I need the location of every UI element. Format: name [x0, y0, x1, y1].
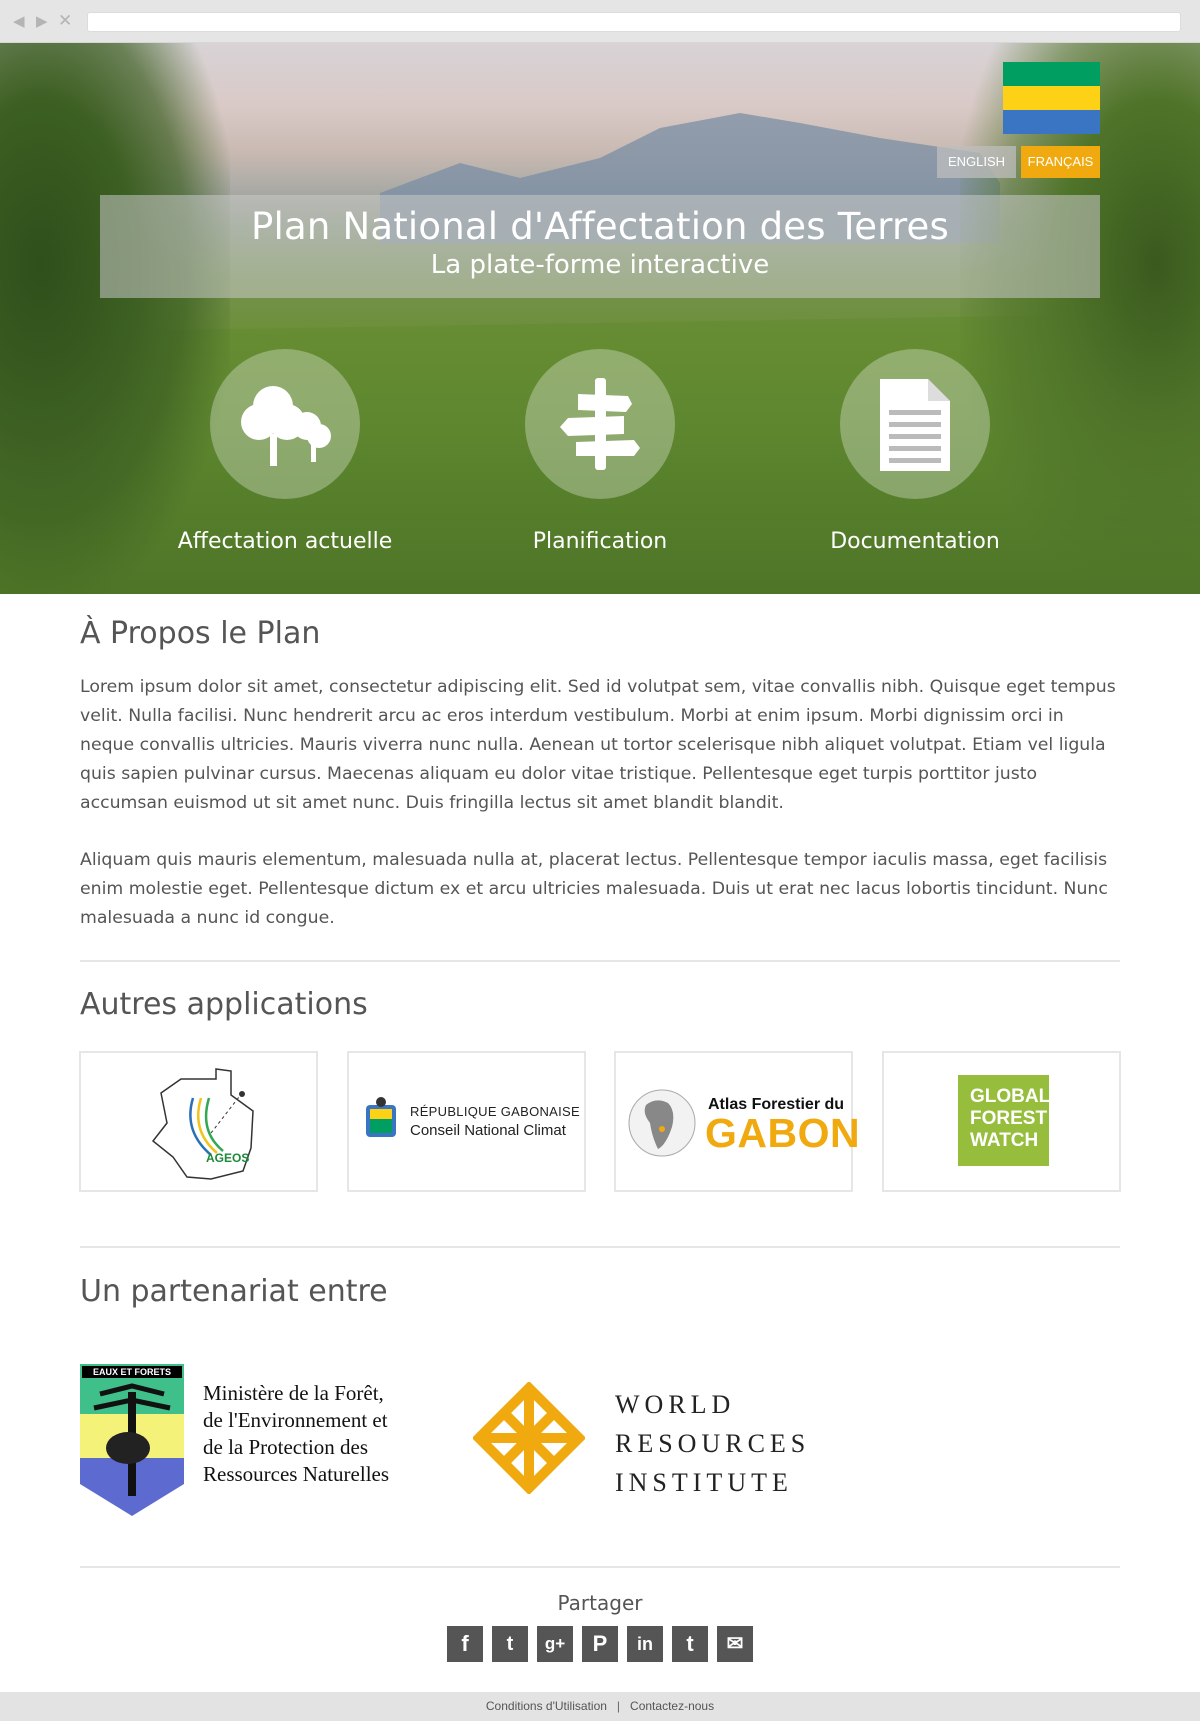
atlas-forestier-app-card[interactable]: Atlas Forestier du GABON	[614, 1051, 860, 1192]
planification-button[interactable]	[525, 349, 675, 499]
apps-title: Autres applications	[80, 987, 368, 1022]
footer: Conditions d'Utilisation | Contactez-nous	[0, 1692, 1200, 1721]
planification-label[interactable]: Planification	[450, 529, 750, 554]
conseil-climat-app-card[interactable]: RÉPUBLIQUE GABONAISE Conseil National Cl…	[347, 1051, 586, 1192]
divider	[80, 960, 1120, 962]
share-title: Partager	[557, 1591, 643, 1615]
gfw-line1: GLOBAL	[970, 1086, 1051, 1107]
browser-chrome: ◀ ▶ ✕	[0, 0, 1200, 43]
footer-separator: |	[616, 1699, 621, 1713]
back-icon[interactable]: ◀	[13, 13, 25, 29]
about-paragraph-2: Aliquam quis mauris elementum, malesuada…	[80, 850, 1108, 928]
twitter-icon[interactable]: t	[492, 1626, 528, 1662]
forward-icon[interactable]: ▶	[36, 13, 48, 29]
facebook-icon[interactable]: f	[447, 1626, 483, 1662]
gfw-line3: WATCH	[970, 1130, 1039, 1151]
terms-link[interactable]: Conditions d'Utilisation	[486, 1699, 607, 1713]
wri-logo-icon[interactable]	[473, 1382, 585, 1494]
ministry-line: Ministère de la Forêt,	[203, 1381, 384, 1405]
conseil-climat-line1: RÉPUBLIQUE GABONAISE	[410, 1104, 580, 1119]
trees-icon	[241, 386, 331, 466]
wri-line: RESOURCES	[615, 1429, 811, 1458]
divider	[80, 1246, 1120, 1248]
divider	[80, 1566, 1120, 1568]
email-icon[interactable]: ✉	[717, 1626, 753, 1662]
linkedin-icon[interactable]: in	[627, 1626, 663, 1662]
ministry-badge-label: EAUX ET FORETS	[93, 1367, 171, 1377]
address-bar[interactable]	[87, 12, 1181, 32]
about-paragraph-1: Lorem ipsum dolor sit amet, consectetur …	[80, 677, 1116, 813]
ministry-line: Ressources Naturelles	[203, 1462, 390, 1486]
about-title: À Propos le Plan	[80, 616, 321, 651]
contact-link[interactable]: Contactez-nous	[630, 1699, 714, 1713]
foliage-left	[0, 43, 230, 594]
ageos-app-card[interactable]: AGEOS	[79, 1051, 318, 1192]
language-english-button[interactable]: ENGLISH	[937, 146, 1016, 178]
pinterest-icon[interactable]: P	[582, 1626, 618, 1662]
ageos-label: AGEOS	[206, 1151, 250, 1165]
documentation-button[interactable]	[840, 349, 990, 499]
wri-line: INSTITUTE	[615, 1468, 793, 1497]
hero-title-box: Plan National d'Affectation des Terres L…	[100, 195, 1100, 298]
gfw-line2: FOREST	[970, 1108, 1048, 1129]
ministry-line: de l'Environnement et	[203, 1408, 388, 1432]
wri-name[interactable]: WORLD RESOURCES INSTITUTE	[615, 1385, 810, 1502]
ageos-logo	[151, 1068, 254, 1180]
wri-line: WORLD	[615, 1390, 736, 1419]
hero-banner: ENGLISH FRANÇAIS Plan National d'Affecta…	[0, 43, 1200, 594]
gfw-logo: GLOBAL FOREST WATCH	[958, 1075, 1051, 1166]
global-forest-watch-app-card[interactable]: GLOBAL FOREST WATCH	[882, 1051, 1121, 1192]
close-icon[interactable]: ✕	[58, 13, 72, 30]
tumblr-icon[interactable]: t	[672, 1626, 708, 1662]
page-subtitle: La plate-forme interactive	[430, 250, 770, 280]
google-plus-icon[interactable]: g+	[537, 1626, 573, 1662]
ministry-crest-icon[interactable]: EAUX ET FORETS	[80, 1364, 184, 1516]
page-title: Plan National d'Affectation des Terres	[250, 205, 949, 248]
gabon-flag	[1003, 62, 1100, 134]
atlas-line2: GABON	[705, 1110, 861, 1156]
conseil-climat-line2: Conseil National Climat	[410, 1122, 566, 1139]
signpost-icon	[560, 378, 640, 470]
language-french-button[interactable]: FRANÇAIS	[1021, 146, 1100, 178]
document-icon	[880, 379, 950, 471]
ministry-name[interactable]: Ministère de la Forêt, de l'Environnemen…	[203, 1380, 389, 1488]
documentation-label[interactable]: Documentation	[765, 529, 1065, 554]
partners-title: Un partenariat entre	[80, 1274, 388, 1309]
affectation-label[interactable]: Affectation actuelle	[135, 529, 435, 554]
affectation-button[interactable]	[210, 349, 360, 499]
ministry-line: de la Protection des	[203, 1435, 369, 1459]
